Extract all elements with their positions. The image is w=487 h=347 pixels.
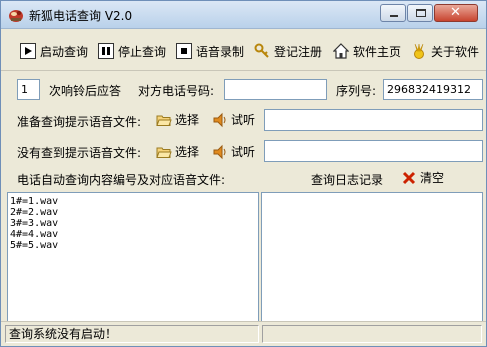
close-button[interactable]: ✕: [434, 4, 478, 22]
home-icon: [333, 43, 349, 59]
delete-x-icon: [402, 171, 416, 184]
toolbar: 启动查询 停止查询 语音录制 登记注册 软件主页 关于软件: [1, 30, 486, 71]
register-label: 登记注册: [274, 44, 323, 59]
maximize-icon: [416, 9, 426, 17]
clear-log-button[interactable]: 清空: [401, 169, 444, 186]
query-select-button[interactable]: 选择: [156, 111, 199, 128]
start-query-button[interactable]: 启动查询: [20, 41, 88, 61]
rings-label: 次响铃后应答: [49, 84, 122, 98]
notfound-listen-button[interactable]: 试听: [212, 143, 255, 160]
notfound-prompt-label: 没有查到提示语音文件:: [17, 146, 142, 160]
folder-open-icon: [156, 115, 172, 126]
homepage-button[interactable]: 软件主页: [333, 41, 401, 61]
speaker-icon: [213, 144, 226, 159]
list-item[interactable]: 3#=3.wav: [10, 218, 256, 229]
voice-list-label: 电话自动查询内容编号及对应语音文件:: [17, 173, 226, 187]
voice-list-panel[interactable]: 1#=1.wav 2#=2.wav 3#=3.wav 4#=4.wav 5#=5…: [7, 192, 259, 322]
query-log-label: 查询日志记录: [311, 173, 384, 187]
key-icon: [254, 43, 269, 58]
serial-label: 序列号:: [336, 84, 377, 98]
minimize-button[interactable]: [380, 4, 406, 22]
register-button[interactable]: 登记注册: [254, 41, 322, 61]
status-secondary: [262, 325, 482, 343]
pause-icon: [98, 43, 114, 59]
window-title: 新狐电话查询 V2.0: [29, 9, 133, 23]
rings-input[interactable]: [17, 79, 40, 100]
close-icon: ✕: [450, 5, 461, 20]
record-icon: [176, 43, 192, 59]
maximize-button[interactable]: [407, 4, 433, 22]
query-listen-button[interactable]: 试听: [212, 111, 255, 128]
caller-number-input[interactable]: [224, 79, 327, 100]
minimize-icon: [390, 15, 398, 17]
title-bar[interactable]: 新狐电话查询 V2.0 ✕: [1, 1, 486, 29]
notfound-select-button[interactable]: 选择: [156, 143, 199, 160]
about-label: 关于软件: [431, 44, 480, 59]
start-query-label: 启动查询: [40, 44, 89, 59]
query-prompt-path-input[interactable]: [264, 109, 483, 131]
serial-input[interactable]: [383, 79, 483, 100]
folder-open-icon: [156, 147, 172, 158]
query-prompt-label: 准备查询提示语音文件:: [17, 115, 142, 129]
speaker-icon: [213, 112, 226, 127]
list-item[interactable]: 4#=4.wav: [10, 229, 256, 240]
list-item[interactable]: 2#=2.wav: [10, 207, 256, 218]
about-icon: [414, 43, 424, 59]
caller-number-label: 对方电话号码:: [138, 84, 215, 98]
notfound-listen-label: 试听: [231, 145, 256, 159]
query-listen-label: 试听: [231, 113, 256, 127]
notfound-select-label: 选择: [175, 145, 200, 159]
stop-query-label: 停止查询: [118, 44, 167, 59]
about-button[interactable]: 关于软件: [411, 41, 479, 61]
list-item[interactable]: 5#=5.wav: [10, 240, 256, 251]
clear-log-label: 清空: [420, 171, 445, 185]
query-log-panel[interactable]: [261, 192, 483, 322]
play-icon: [20, 43, 36, 59]
app-window: 新狐电话查询 V2.0 ✕ 启动查询 停止查询 语音录制 登记注册 软件主页 关…: [0, 0, 487, 347]
query-select-label: 选择: [175, 113, 200, 127]
app-logo-icon: [9, 10, 23, 22]
list-item[interactable]: 1#=1.wav: [10, 196, 256, 207]
status-message: 查询系统没有启动！: [5, 325, 259, 343]
status-bar: 查询系统没有启动！: [1, 321, 486, 346]
stop-query-button[interactable]: 停止查询: [98, 41, 166, 61]
notfound-prompt-path-input[interactable]: [264, 140, 483, 162]
homepage-label: 软件主页: [353, 44, 402, 59]
record-voice-button[interactable]: 语音录制: [176, 41, 244, 61]
record-voice-label: 语音录制: [196, 44, 245, 59]
